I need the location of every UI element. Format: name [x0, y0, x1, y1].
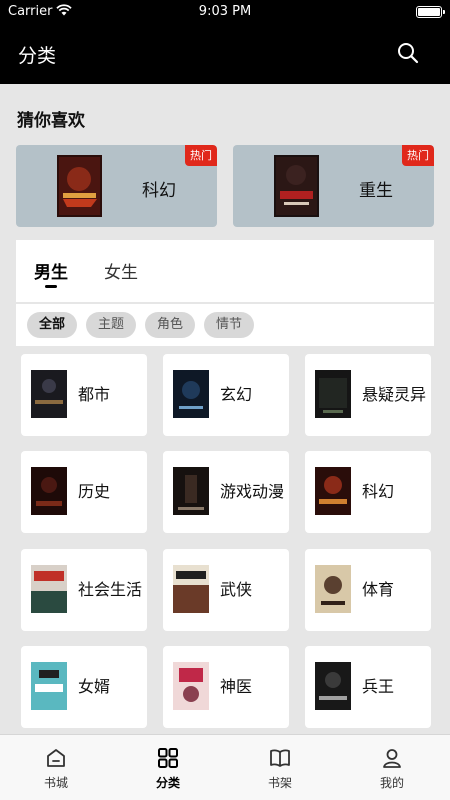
category-card[interactable]: 悬疑灵异 — [305, 354, 431, 436]
tab-indicator — [45, 285, 57, 288]
category-label: 都市 — [78, 385, 111, 404]
category-content[interactable]: 猜你喜欢 科幻 热门 重生 热门 男生 女生 全部 主题 角色 情节 都市 玄幻… — [0, 84, 450, 734]
tabbar-label: 书架 — [267, 776, 292, 790]
book-cover-image — [315, 565, 351, 613]
tabbar-label: 分类 — [155, 776, 180, 790]
category-label: 社会生活 — [78, 580, 143, 599]
category-card[interactable]: 游戏动漫 — [163, 451, 289, 533]
tabbar-label: 我的 — [379, 776, 404, 790]
category-card[interactable]: 神医 — [163, 646, 289, 728]
book-cover-image — [315, 467, 351, 515]
category-label: 女婿 — [78, 677, 111, 696]
gender-tabs: 男生 女生 — [16, 240, 434, 302]
category-card[interactable]: 兵王 — [305, 646, 431, 728]
book-cover-image — [173, 370, 209, 418]
filter-chip-plot[interactable]: 情节 — [204, 312, 255, 338]
category-label: 游戏动漫 — [220, 482, 285, 501]
category-label: 兵王 — [362, 677, 395, 696]
category-card[interactable]: 科幻 — [305, 451, 431, 533]
category-card[interactable]: 武侠 — [163, 549, 289, 631]
tabbar-item-bookshelf[interactable]: 书架 — [224, 735, 336, 800]
bottom-tab-bar: 书城 分类 书架 我的 — [0, 734, 450, 800]
book-cover-image — [173, 662, 209, 710]
category-label: 科幻 — [362, 482, 395, 501]
filter-bar: 全部 主题 角色 情节 — [16, 304, 434, 346]
category-card[interactable]: 体育 — [305, 549, 431, 631]
category-label: 武侠 — [220, 580, 253, 599]
tabbar-item-mine[interactable]: 我的 — [336, 735, 448, 800]
recommend-name: 重生 — [359, 181, 393, 201]
recommend-title: 猜你喜欢 — [17, 111, 85, 131]
book-cover-image — [173, 565, 209, 613]
category-label: 体育 — [362, 580, 395, 599]
book-cover-image — [31, 565, 67, 613]
recommend-name: 科幻 — [142, 181, 176, 201]
category-grid-icon — [158, 748, 178, 768]
book-cover-image — [315, 662, 351, 710]
recommend-card-sci-fi[interactable]: 科幻 热门 — [16, 145, 217, 227]
hot-badge: 热门 — [185, 145, 217, 166]
open-book-icon — [270, 749, 290, 767]
battery-icon — [416, 6, 445, 18]
category-card[interactable]: 玄幻 — [163, 354, 289, 436]
category-card[interactable]: 女婿 — [21, 646, 147, 728]
book-cover-image — [315, 370, 351, 418]
user-icon — [383, 749, 401, 768]
book-cover-image — [274, 155, 319, 217]
book-cover-image — [31, 467, 67, 515]
page-title: 分类 — [18, 45, 57, 67]
category-card[interactable]: 历史 — [21, 451, 147, 533]
book-cover-image — [57, 155, 102, 217]
clock: 9:03 PM — [198, 4, 252, 19]
filter-chip-role[interactable]: 角色 — [145, 312, 196, 338]
tab-female[interactable]: 女生 — [104, 258, 138, 283]
home-icon — [47, 749, 65, 767]
tab-male[interactable]: 男生 — [34, 258, 68, 283]
book-cover-image — [31, 662, 67, 710]
tabbar-item-category[interactable]: 分类 — [112, 735, 224, 800]
book-cover-image — [31, 370, 67, 418]
tabbar-item-bookstore[interactable]: 书城 — [0, 735, 112, 800]
status-bar: Carrier 9:03 PM — [0, 0, 450, 24]
navigation-bar: 分类 — [0, 24, 450, 84]
filter-chip-theme[interactable]: 主题 — [86, 312, 137, 338]
category-label: 神医 — [220, 677, 253, 696]
recommend-card-rebirth[interactable]: 重生 热门 — [233, 145, 434, 227]
category-card[interactable]: 社会生活 — [21, 549, 147, 631]
hot-badge: 热门 — [402, 145, 434, 166]
search-icon[interactable] — [396, 41, 420, 65]
tabbar-label: 书城 — [43, 776, 68, 790]
filter-chip-all[interactable]: 全部 — [27, 312, 78, 338]
book-cover-image — [173, 467, 209, 515]
category-label: 悬疑灵异 — [362, 385, 427, 404]
category-card[interactable]: 都市 — [21, 354, 147, 436]
category-label: 玄幻 — [220, 385, 253, 404]
category-label: 历史 — [78, 482, 111, 501]
